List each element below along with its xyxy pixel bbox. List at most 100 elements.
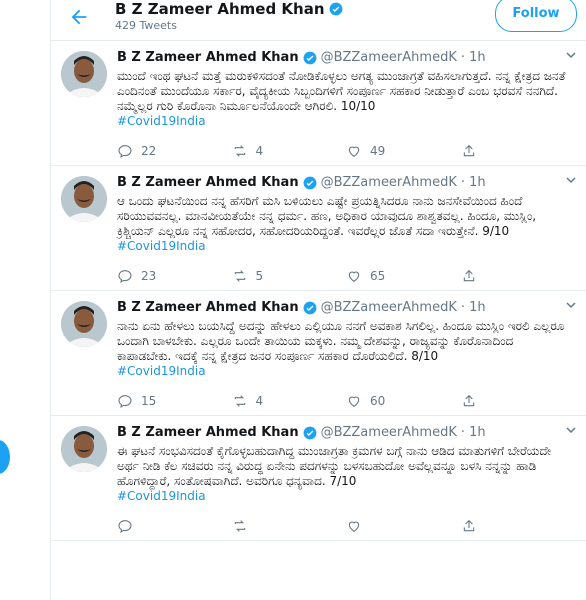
retweet-button[interactable]: 5	[232, 268, 347, 284]
chevron-down-svg	[566, 427, 576, 434]
tweet-count: 429 Tweets	[115, 19, 177, 32]
share-icon	[463, 144, 474, 157]
verified-badge-icon	[303, 51, 316, 65]
tweet[interactable]: B Z Zameer Ahmed Khan @BZZameerAhmedK · …	[51, 166, 586, 291]
tweet-text: ಮುಂದೆ ಇಂಥ ಘಟನೆ ಮತ್ತೆ ಮರುಕಳಿಸದಂತೆ ನೋಡಿಕೊಳ…	[117, 69, 566, 113]
follow-button[interactable]: Follow	[495, 0, 577, 32]
avatar-photo	[61, 426, 107, 472]
tweet-text: ನಾನು ಏನು ಹೇಳಲು ಬಯಸಿದ್ದೆ ಅದನ್ನು ಹೇಳಲು ಎಲ್…	[117, 319, 565, 363]
tweet-author-name[interactable]: B Z Zameer Ahmed Khan	[117, 174, 299, 192]
share-button[interactable]	[461, 268, 576, 284]
retweet-count: 4	[255, 394, 264, 408]
avatar[interactable]	[61, 301, 107, 347]
hashtag-link[interactable]: #Covid19India	[117, 239, 575, 254]
share-button[interactable]	[461, 518, 576, 534]
profile-timeline: B Z Zameer Ahmed Khan 429 Tweets Follow	[50, 0, 586, 600]
arrow-left-svg	[71, 9, 87, 25]
reply-icon	[118, 395, 132, 408]
retweet-icon	[234, 395, 245, 407]
tweet-header: B Z Zameer Ahmed Khan @BZZameerAhmedK · …	[117, 49, 575, 67]
avatar-photo	[61, 51, 107, 97]
reply-icon	[118, 520, 132, 533]
profile-name-heading: B Z Zameer Ahmed Khan	[115, 0, 343, 18]
chevron-down-svg	[566, 177, 576, 184]
reply-count: 23	[141, 269, 157, 283]
reply-count: 22	[141, 144, 157, 158]
tweet-author-name[interactable]: B Z Zameer Ahmed Khan	[117, 49, 299, 67]
avatar-photo	[61, 301, 107, 347]
retweet-count: 5	[255, 269, 264, 283]
hashtag-link[interactable]: #Covid19India	[117, 114, 575, 129]
tweet-text: ಆ ಒಂದು ಘಟನೆಯಿಂದ ನನ್ನ ಹೆಸರಿಗೆ ಮಸಿ ಬಳಿಯಲು …	[117, 194, 537, 238]
like-button[interactable]	[346, 518, 461, 534]
tweet-author-handle[interactable]: @BZZameerAhmedK	[321, 299, 457, 317]
heart-icon	[348, 146, 360, 157]
tweet-timestamp[interactable]: · 1h	[461, 174, 486, 192]
like-button[interactable]: 60	[346, 393, 461, 409]
share-icon	[463, 394, 474, 407]
retweet-count: 4	[255, 144, 264, 158]
share-button[interactable]	[461, 143, 576, 159]
verified-badge-icon	[303, 176, 316, 190]
tweet-timestamp[interactable]: · 1h	[461, 424, 486, 442]
hashtag-link[interactable]: #Covid19India	[117, 489, 575, 504]
share-icon	[463, 519, 474, 532]
reply-button[interactable]: 23	[117, 268, 232, 284]
tweet-author-handle[interactable]: @BZZameerAhmedK	[321, 424, 457, 442]
reply-icon	[118, 145, 132, 158]
tweet[interactable]: B Z Zameer Ahmed Khan @BZZameerAhmedK · …	[51, 41, 586, 166]
avatar[interactable]	[61, 176, 107, 222]
like-button[interactable]: 65	[346, 268, 461, 284]
tweet-actions: 23 5 65	[117, 262, 575, 290]
chevron-down-icon[interactable]	[565, 424, 577, 439]
share-icon	[463, 269, 474, 282]
avatar[interactable]	[61, 426, 107, 472]
avatar[interactable]	[61, 51, 107, 97]
profile-name: B Z Zameer Ahmed Khan	[115, 0, 325, 18]
retweet-button[interactable]: 4	[232, 143, 347, 159]
tweet-header: B Z Zameer Ahmed Khan @BZZameerAhmedK · …	[117, 424, 575, 442]
reply-button[interactable]: 15	[117, 393, 232, 409]
tweet-author-handle[interactable]: @BZZameerAhmedK	[321, 174, 457, 192]
tweet[interactable]: B Z Zameer Ahmed Khan @BZZameerAhmedK · …	[51, 291, 586, 416]
floating-action-button[interactable]	[0, 440, 10, 474]
tweet-author-name[interactable]: B Z Zameer Ahmed Khan	[117, 299, 299, 317]
share-button[interactable]	[461, 393, 576, 409]
verified-badge-icon	[303, 426, 316, 440]
retweet-icon	[234, 145, 245, 157]
hashtag-link[interactable]: #Covid19India	[117, 364, 575, 379]
reply-count: 15	[141, 394, 157, 408]
reply-button[interactable]: 22	[117, 143, 232, 159]
verified-badge-icon	[329, 2, 342, 16]
verified-badge-icon	[303, 301, 316, 315]
arrow-left-icon[interactable]	[67, 6, 91, 30]
like-button[interactable]: 49	[346, 143, 461, 159]
retweet-icon	[234, 520, 245, 532]
tweet-timestamp[interactable]: · 1h	[461, 299, 486, 317]
like-count: 65	[370, 269, 386, 283]
chevron-down-svg	[566, 52, 576, 59]
tweet-timestamp[interactable]: · 1h	[461, 49, 486, 67]
reply-button[interactable]	[117, 518, 232, 534]
avatar-photo	[61, 176, 107, 222]
chevron-down-svg	[566, 302, 576, 309]
tweet[interactable]: B Z Zameer Ahmed Khan @BZZameerAhmedK · …	[51, 416, 586, 541]
tweet-author-handle[interactable]: @BZZameerAhmedK	[321, 49, 457, 67]
retweet-icon	[234, 270, 245, 282]
chevron-down-icon[interactable]	[565, 49, 577, 64]
tweet-actions: 15 4 60	[117, 387, 575, 415]
tweet-header: B Z Zameer Ahmed Khan @BZZameerAhmedK · …	[117, 174, 575, 192]
chevron-down-icon[interactable]	[565, 299, 577, 314]
tweet-actions	[117, 512, 575, 540]
retweet-button[interactable]	[232, 518, 347, 534]
tweet-list: B Z Zameer Ahmed Khan @BZZameerAhmedK · …	[51, 41, 586, 541]
tweet-actions: 22 4 49	[117, 137, 575, 165]
retweet-button[interactable]: 4	[232, 393, 347, 409]
like-count: 60	[370, 394, 386, 408]
heart-icon	[348, 521, 360, 532]
heart-icon	[348, 271, 360, 282]
reply-icon	[118, 270, 132, 283]
tweet-text: ಈ ಘಟನೆ ಸಂಭವಿಸದಂತೆ ಕೈಗೊಳ್ಳಬಹುದಾಗಿದ್ದ ಮುಂಜ…	[117, 444, 552, 488]
chevron-down-icon[interactable]	[565, 174, 577, 189]
tweet-author-name[interactable]: B Z Zameer Ahmed Khan	[117, 424, 299, 442]
